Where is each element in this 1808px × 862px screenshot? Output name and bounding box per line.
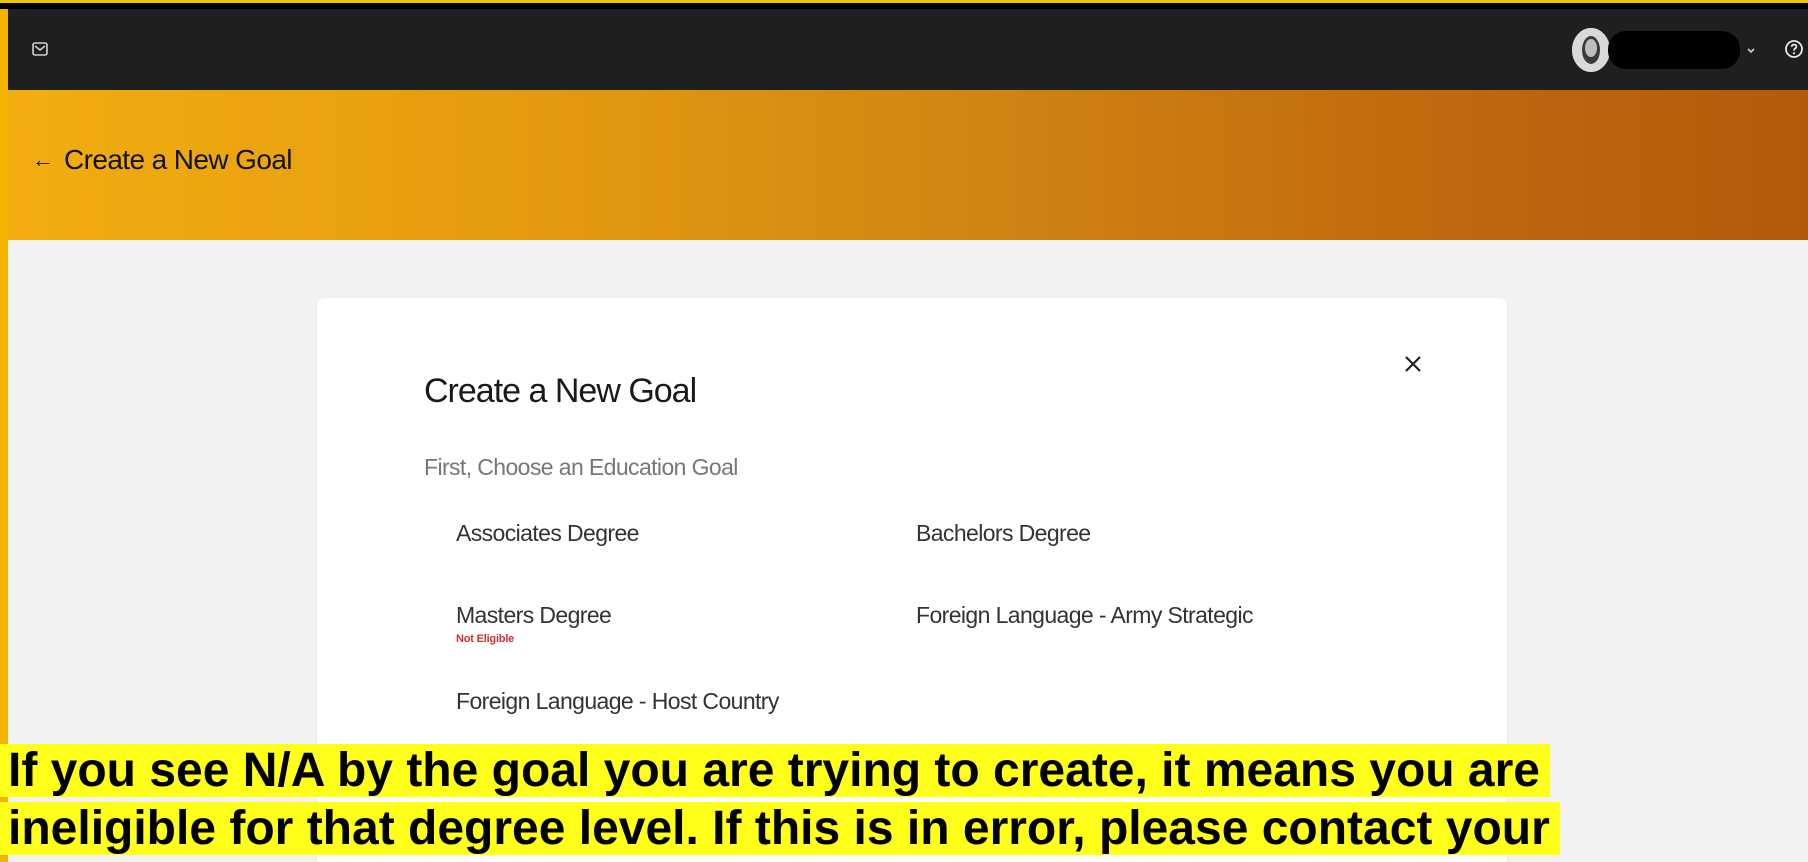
close-icon xyxy=(1405,356,1421,372)
goal-option-masters[interactable]: Masters Degree Not Eligible xyxy=(456,602,612,645)
mail-icon[interactable] xyxy=(32,42,48,56)
goal-option-label: Associates Degree xyxy=(456,520,639,546)
page-title: Create a New Goal xyxy=(64,144,293,175)
chevron-down-icon[interactable] xyxy=(1744,44,1758,56)
card-subtitle: First, Choose an Education Goal xyxy=(424,454,738,480)
annotation-line-1: If you see N/A by the goal you are tryin… xyxy=(0,744,1550,797)
goal-option-foreign-language-host[interactable]: Foreign Language - Host Country xyxy=(456,688,779,715)
username-redacted[interactable] xyxy=(1608,31,1740,69)
frame-top-border xyxy=(0,0,1808,9)
not-eligible-badge: Not Eligible xyxy=(456,633,515,645)
help-icon[interactable] xyxy=(1784,39,1804,59)
goal-option-label: Foreign Language - Army Strategic xyxy=(916,602,1254,628)
goal-option-label: Foreign Language - Host Country xyxy=(456,688,779,714)
annotation-caption: If you see N/A by the goal you are tryin… xyxy=(0,742,1808,858)
back-link[interactable]: ← Create a New Goal xyxy=(32,140,293,180)
top-navbar xyxy=(8,9,1808,90)
goal-option-bachelors[interactable]: Bachelors Degree xyxy=(916,520,1091,547)
goal-option-label: Masters Degree xyxy=(456,602,612,628)
close-button[interactable] xyxy=(1399,350,1427,378)
arrow-left-icon: ← xyxy=(32,147,54,172)
avatar[interactable] xyxy=(1572,28,1610,72)
annotation-line-2: ineligible for that degree level. If thi… xyxy=(0,802,1560,855)
goal-option-associates[interactable]: Associates Degree xyxy=(456,520,639,547)
goal-option-foreign-language-army[interactable]: Foreign Language - Army Strategic xyxy=(916,602,1254,629)
card-title: Create a New Goal xyxy=(424,372,697,410)
goal-option-label: Bachelors Degree xyxy=(916,520,1091,546)
